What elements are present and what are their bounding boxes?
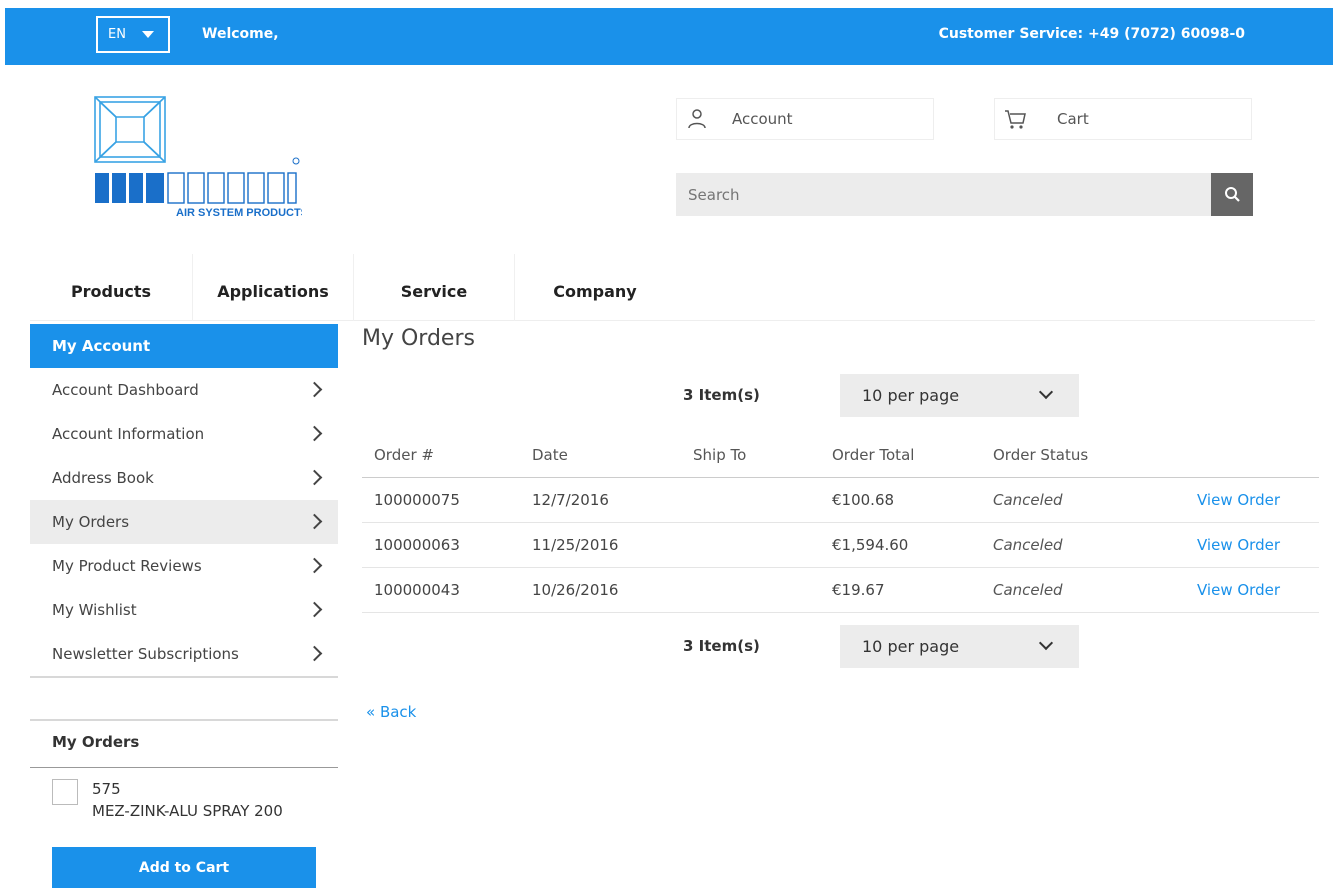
chevron-right-icon [306,381,323,398]
nav-applications[interactable]: Applications [193,254,353,321]
nav-products[interactable]: Products [30,254,192,321]
per-page-select-bottom[interactable]: 10 per page [840,625,1079,668]
search-icon [1225,187,1240,202]
page-title: My Orders [362,326,475,351]
orders-table-header: Order # Date Ship To Order Total Order S… [362,436,1319,478]
per-page-value: 10 per page [862,386,960,405]
order-date: 11/25/2016 [532,536,619,554]
sidebar-item-label: Account Information [52,425,205,443]
order-date: 10/26/2016 [532,581,619,599]
sidebar-menu: Account Dashboard Account Information Ad… [30,368,338,676]
site-logo[interactable]: AIR SYSTEM PRODUCTS [92,95,308,220]
cart-link[interactable]: Cart [994,98,1252,140]
sidebar-item-label: Address Book [52,469,154,487]
mez-logo-icon: AIR SYSTEM PRODUCTS [94,96,308,219]
sidebar-item-label: Account Dashboard [52,381,199,399]
order-number: 100000043 [374,581,460,599]
logo-tagline: AIR SYSTEM PRODUCTS [176,207,302,219]
order-number: 100000063 [374,536,460,554]
search-button[interactable] [1211,173,1253,216]
table-row: 100000043 10/26/2016 €19.67 Canceled Vie… [362,568,1319,613]
account-link[interactable]: Account [676,98,934,140]
order-status: Canceled [993,536,1063,554]
sidebar-item-account-information[interactable]: Account Information [30,412,338,456]
language-label: EN [108,27,126,42]
search-input[interactable] [676,173,1211,216]
sidebar-item-address-book[interactable]: Address Book [30,456,338,500]
reorder-item-qty: 575 [92,780,121,798]
add-to-cart-button[interactable]: Add to Cart [52,847,316,888]
order-date: 12/7/2016 [532,491,609,509]
column-header-ship-to: Ship To [693,446,747,464]
sidebar-item-label: My Wishlist [52,601,137,619]
per-page-select-top[interactable]: 10 per page [840,374,1079,417]
user-icon [688,109,706,129]
nav-company[interactable]: Company [515,254,675,321]
customer-service-phone[interactable]: Customer Service: +49 (7072) 60098-0 [939,8,1245,61]
reorder-checkbox[interactable] [52,779,78,805]
table-row: 100000075 12/7/2016 €100.68 Canceled Vie… [362,478,1319,523]
chevron-down-icon [1038,635,1054,651]
per-page-value: 10 per page [862,637,960,656]
sidebar-divider [30,767,338,768]
cart-label: Cart [1057,110,1089,128]
nav-service[interactable]: Service [354,254,514,321]
order-total: €19.67 [832,581,885,599]
sidebar-item-my-wishlist[interactable]: My Wishlist [30,588,338,632]
order-status: Canceled [993,581,1063,599]
my-orders-block-title: My Orders [52,733,140,751]
language-selector[interactable]: EN [96,16,170,53]
sidebar-item-label: My Product Reviews [52,557,202,575]
cart-icon [1005,110,1026,129]
sidebar-divider [30,719,338,721]
order-number: 100000075 [374,491,460,509]
back-link[interactable]: « Back [366,703,416,721]
order-total: €1,594.60 [832,536,909,554]
table-row: 100000063 11/25/2016 €1,594.60 Canceled … [362,523,1319,568]
chevron-right-icon [306,601,323,618]
chevron-right-icon [306,425,323,442]
view-order-link[interactable]: View Order [1197,536,1280,554]
sidebar-divider [30,676,338,678]
sidebar-title: My Account [30,324,338,368]
item-count-bottom: 3 Item(s) [683,637,760,655]
view-order-link[interactable]: View Order [1197,581,1280,599]
order-total: €100.68 [832,491,895,509]
chevron-down-icon [1038,384,1054,400]
top-bar: EN Welcome, Customer Service: +49 (7072)… [5,8,1333,65]
orders-table: Order # Date Ship To Order Total Order S… [362,436,1319,613]
reorder-item-name[interactable]: MEZ-ZINK-ALU SPRAY 200 [92,802,283,820]
view-order-link[interactable]: View Order [1197,491,1280,509]
caret-down-icon [142,31,154,38]
column-header-order-status: Order Status [993,446,1089,464]
welcome-text: Welcome, [202,26,279,42]
item-count-top: 3 Item(s) [683,386,760,404]
chevron-right-icon [306,557,323,574]
sidebar-item-label: My Orders [52,513,130,531]
chevron-right-icon [306,469,323,486]
main-navigation: Products Applications Service Company [30,254,1315,321]
sidebar-item-label: Newsletter Subscriptions [52,645,239,663]
column-header-date: Date [532,446,568,464]
sidebar-item-newsletter-subscriptions[interactable]: Newsletter Subscriptions [30,632,338,676]
chevron-right-icon [306,645,323,662]
sidebar-item-account-dashboard[interactable]: Account Dashboard [30,368,338,412]
account-label: Account [732,110,793,128]
chevron-right-icon [306,513,323,530]
order-status: Canceled [993,491,1063,509]
sidebar-item-my-orders[interactable]: My Orders [30,500,338,544]
column-header-order-total: Order Total [832,446,915,464]
sidebar-item-my-product-reviews[interactable]: My Product Reviews [30,544,338,588]
column-header-order: Order # [374,446,434,464]
